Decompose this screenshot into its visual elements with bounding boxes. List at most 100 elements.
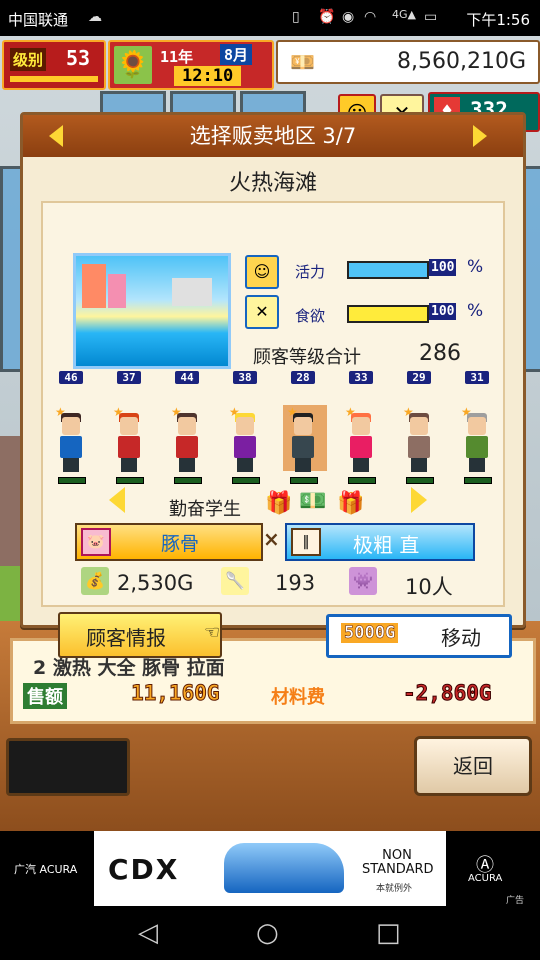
percent-icon: % — [467, 257, 484, 277]
area-name: 火热海滩 — [228, 171, 317, 196]
region-select-dialog: 选择贩卖地区 3/7 火热海滩 ☺ 活力 100 % ✕ 食欲 100 % 顾客… — [20, 112, 526, 628]
rank-progress-bar — [10, 76, 98, 82]
back-button[interactable]: 返回 — [414, 736, 532, 796]
cost-label: 材料费 — [271, 687, 325, 708]
customer-character[interactable]: ★ — [461, 405, 491, 473]
spoon-icon: 🥄 — [221, 567, 249, 595]
gift-box-icon: 🎁 — [337, 491, 365, 516]
wifi-icon: ◠ — [364, 9, 377, 25]
score-value: 193 — [275, 571, 316, 595]
sales-value: 11,160G — [131, 681, 221, 706]
customer-level-label: 顾客等级合计 — [253, 347, 361, 368]
appetite-value: 100 — [429, 303, 457, 320]
gift-icon: 🎁 — [265, 491, 293, 516]
beach-area-image — [73, 253, 231, 369]
home-nav-icon[interactable]: ○ — [256, 918, 279, 948]
empty-slot — [6, 738, 130, 796]
vitality-value: 100 — [429, 259, 457, 276]
customer-character[interactable]: ★ — [113, 405, 143, 473]
customer-character[interactable]: ★ — [345, 405, 375, 473]
sunflower-icon: 🌻 — [114, 46, 152, 84]
prev-region-arrow[interactable] — [49, 125, 63, 147]
vitality-icon: ☺ — [245, 255, 279, 289]
street-scenery — [0, 436, 20, 566]
ad-brand-right: ACURA — [468, 873, 503, 884]
customer-info-label: 顾客情报 — [86, 626, 166, 650]
customer-level: 37 — [117, 371, 141, 384]
noodle-icon: ‖ — [291, 528, 321, 556]
pointing-hand-icon: ☜ — [204, 622, 221, 643]
vibrate-icon: ▯ — [292, 9, 300, 25]
building-shape — [108, 274, 126, 308]
customer-character[interactable]: ★ — [171, 405, 201, 473]
ad-label: 广告 — [506, 896, 525, 906]
customer-hp-bar — [232, 477, 260, 484]
customer-level: 46 — [59, 371, 83, 384]
cash-icon: 💴 — [290, 50, 315, 74]
customer-level: 44 — [175, 371, 199, 384]
back-nav-icon[interactable]: ◁ — [138, 918, 158, 948]
stat-label-appetite: 食欲 — [295, 307, 326, 325]
ad-banner[interactable]: 广汽 ACURA CDX NON STANDARD 本就例外 Ⓐ ACURA 广… — [0, 831, 540, 910]
carrier-name: 中国联通 — [8, 11, 69, 29]
dialog-title: 选择贩卖地区 3/7 — [23, 115, 523, 157]
noodle-label: 极粗 直 — [353, 533, 420, 557]
percent-icon: % — [467, 301, 484, 321]
rank-label: 级别 — [10, 48, 47, 71]
ad-model: CDX — [108, 853, 180, 886]
building-shape — [82, 264, 106, 308]
navigation-bar: ◁ ○ □ — [0, 910, 540, 960]
customer-level: 33 — [349, 371, 373, 384]
customer-level: 28 — [291, 371, 315, 384]
move-label: 移动 — [441, 626, 481, 650]
customer-level: 38 — [233, 371, 257, 384]
money-bag-icon: 💰 — [81, 567, 109, 595]
customer-character[interactable]: ★ — [287, 405, 317, 473]
clock: 下午1:56 — [466, 11, 530, 29]
noodle-selector[interactable]: ‖ 极粗 直 — [285, 523, 475, 561]
customer-hp-bar — [290, 477, 318, 484]
money-value: 8,560,210G — [396, 49, 526, 74]
status-bar: 中国联通 ☁ ▯ ⏰ ◉ ◠ 4G▲ ▭ 下午1:56 — [0, 0, 540, 36]
customer-level: 31 — [465, 371, 489, 384]
customer-info-button[interactable]: 顾客情报 ☜ — [58, 612, 222, 658]
money-bills-icon: 💵 — [299, 489, 327, 514]
customer-hp-bar — [464, 477, 492, 484]
eye-icon: ◉ — [342, 9, 355, 25]
recents-nav-icon[interactable]: □ — [376, 918, 401, 948]
next-region-arrow[interactable] — [473, 125, 487, 147]
customer-hp-bar — [58, 477, 86, 484]
customer-hp-bar — [174, 477, 202, 484]
rank-value: 53 — [66, 46, 91, 70]
people-value: 10人 — [405, 575, 453, 599]
move-cost: 5000G — [341, 623, 399, 643]
rank-panel: 级别 53 — [2, 40, 106, 90]
prev-customer-arrow[interactable] — [109, 487, 125, 513]
price-value: 2,530G — [117, 571, 194, 595]
ad-tagline-cn: 本就例外 — [376, 884, 413, 894]
ad-creative[interactable]: CDX NON STANDARD 本就例外 — [94, 831, 446, 906]
customer-level: 29 — [407, 371, 431, 384]
next-customer-arrow[interactable] — [411, 487, 427, 513]
customer-character[interactable]: ★ — [403, 405, 433, 473]
alarm-icon: ⏰ — [318, 9, 336, 25]
customer-roster: 46 ★ 37 ★ 44 ★ 38 ★ 28 ★ 33 ★ 29 ★ 31 ★ — [23, 371, 523, 484]
move-button[interactable]: 5000G 移动 — [326, 614, 512, 658]
people-icon: 👾 — [349, 567, 377, 595]
cloud-icon: ☁ — [88, 9, 102, 25]
customer-character[interactable]: ★ — [229, 405, 259, 473]
cost-value: -2,860G — [403, 681, 493, 706]
signal-icon: 4G▲ — [392, 8, 416, 21]
customer-level-value: 286 — [419, 341, 461, 366]
appetite-bar — [347, 305, 429, 323]
combine-icon: × — [263, 527, 280, 551]
soup-selector[interactable]: 🐷 豚骨 — [75, 523, 263, 561]
game-clock: 12:10 — [174, 66, 242, 86]
customer-character[interactable]: ★ — [55, 405, 85, 473]
utensils-icon: ✕ — [245, 295, 279, 329]
stat-label-vitality: 活力 — [295, 263, 326, 281]
building-shape — [172, 278, 212, 306]
ad-tagline: NON STANDARD — [362, 848, 434, 877]
pig-icon: 🐷 — [81, 528, 111, 556]
sales-label: 售额 — [23, 683, 67, 709]
